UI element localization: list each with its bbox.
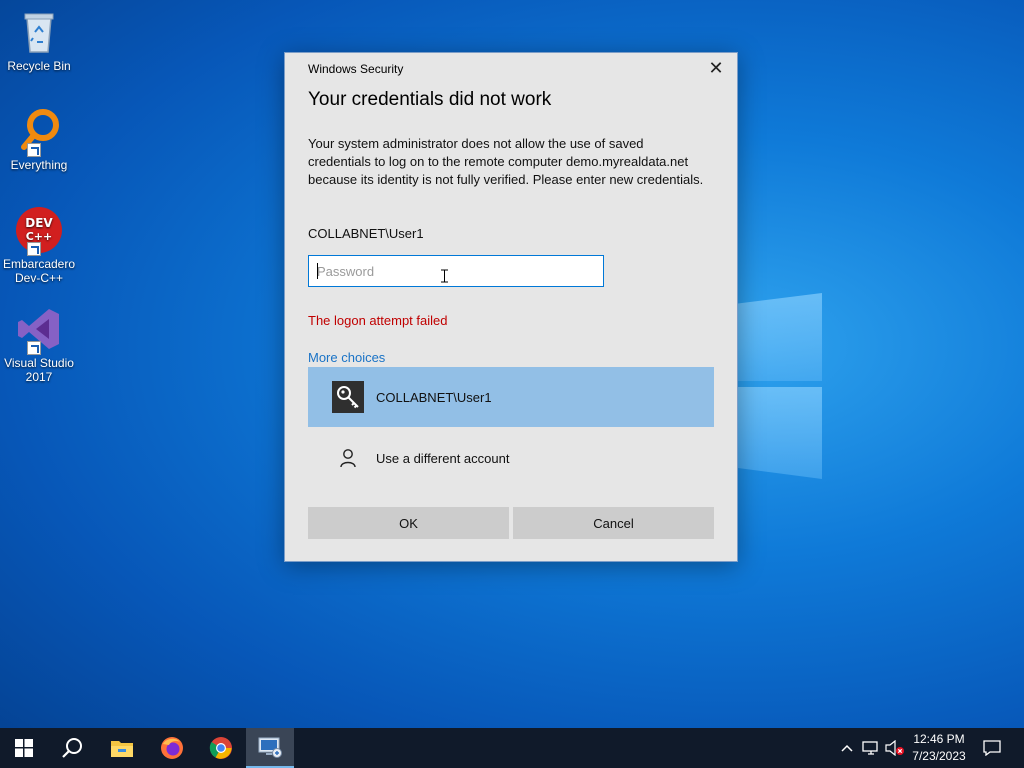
desktop-icon-label: Recycle Bin [7, 59, 71, 73]
key-icon [332, 381, 364, 413]
password-field[interactable] [308, 255, 604, 287]
desktop-icon-recycle-bin[interactable]: Recycle Bin [2, 8, 76, 73]
dev-cpp-icon: DEV C++ [15, 206, 63, 256]
recycle-bin-icon [15, 8, 63, 56]
shortcut-arrow-icon [27, 242, 41, 256]
desktop-icon-label: Visual Studio 2017 [4, 356, 74, 384]
chevron-up-icon [841, 744, 853, 752]
windows-security-dialog: Windows Security ✕ Your credentials did … [284, 52, 738, 562]
credential-option-saved-user[interactable]: COLLABNET\User1 [308, 367, 714, 427]
taskbar-firefox[interactable] [148, 728, 196, 768]
windows-logo-wallpaper [735, 285, 825, 485]
desktop-icon-label: Everything [10, 158, 68, 172]
shortcut-arrow-icon [27, 143, 41, 157]
clock-time: 12:46 PM [913, 732, 965, 746]
start-button[interactable] [0, 728, 48, 768]
file-explorer-icon [111, 741, 133, 757]
search-icon [62, 738, 82, 758]
use-different-account-option[interactable]: Use a different account [308, 428, 714, 488]
taskbar-file-explorer[interactable] [98, 728, 146, 768]
shortcut-arrow-icon [27, 341, 41, 355]
close-icon: ✕ [708, 58, 724, 78]
more-choices-link[interactable]: More choices [308, 350, 385, 365]
error-message: The logon attempt failed [308, 313, 448, 328]
everything-search-icon [15, 107, 63, 157]
taskbar-chrome[interactable] [197, 728, 245, 768]
taskbar-remote-desktop[interactable] [246, 728, 294, 768]
dialog-message: Your system administrator does not allow… [308, 136, 704, 187]
dialog-window-title: Windows Security [308, 62, 404, 76]
network-status[interactable] [860, 728, 882, 768]
show-hidden-icons-button[interactable] [837, 728, 857, 768]
visual-studio-icon [15, 305, 63, 355]
system-clock[interactable]: 12:46 PM 7/23/2023 [902, 731, 976, 765]
svg-text:DEV: DEV [25, 216, 53, 230]
ibeam-cursor-icon [440, 269, 449, 283]
taskbar: 12:46 PM 7/23/2023 [0, 728, 1024, 768]
person-icon [332, 442, 364, 474]
desktop-icon-visual-studio[interactable]: Visual Studio 2017 [2, 305, 76, 384]
start-icon [15, 739, 33, 757]
firefox-icon [161, 737, 183, 759]
remote-desktop-icon [258, 737, 282, 758]
search-button[interactable] [48, 728, 96, 768]
text-caret [317, 263, 318, 279]
desktop-icon-dev-cpp[interactable]: DEV C++ Embarcadero Dev-C++ [2, 206, 76, 285]
clock-date: 7/23/2023 [912, 749, 966, 763]
desktop-icon-label: Embarcadero Dev-C++ [2, 257, 76, 285]
credential-option-label: Use a different account [376, 450, 510, 466]
notifications-icon [983, 740, 1001, 756]
ok-button[interactable]: OK [308, 507, 509, 539]
close-button[interactable]: ✕ [705, 59, 727, 79]
desktop-icon-everything[interactable]: Everything [2, 107, 76, 172]
username-label: COLLABNET\User1 [308, 226, 424, 241]
chrome-icon [209, 737, 232, 759]
action-center-button[interactable] [978, 728, 1006, 768]
dialog-heading: Your credentials did not work [308, 89, 552, 110]
credential-option-label: COLLABNET\User1 [376, 389, 492, 405]
cancel-button[interactable]: Cancel [513, 507, 714, 539]
network-icon [862, 741, 878, 755]
